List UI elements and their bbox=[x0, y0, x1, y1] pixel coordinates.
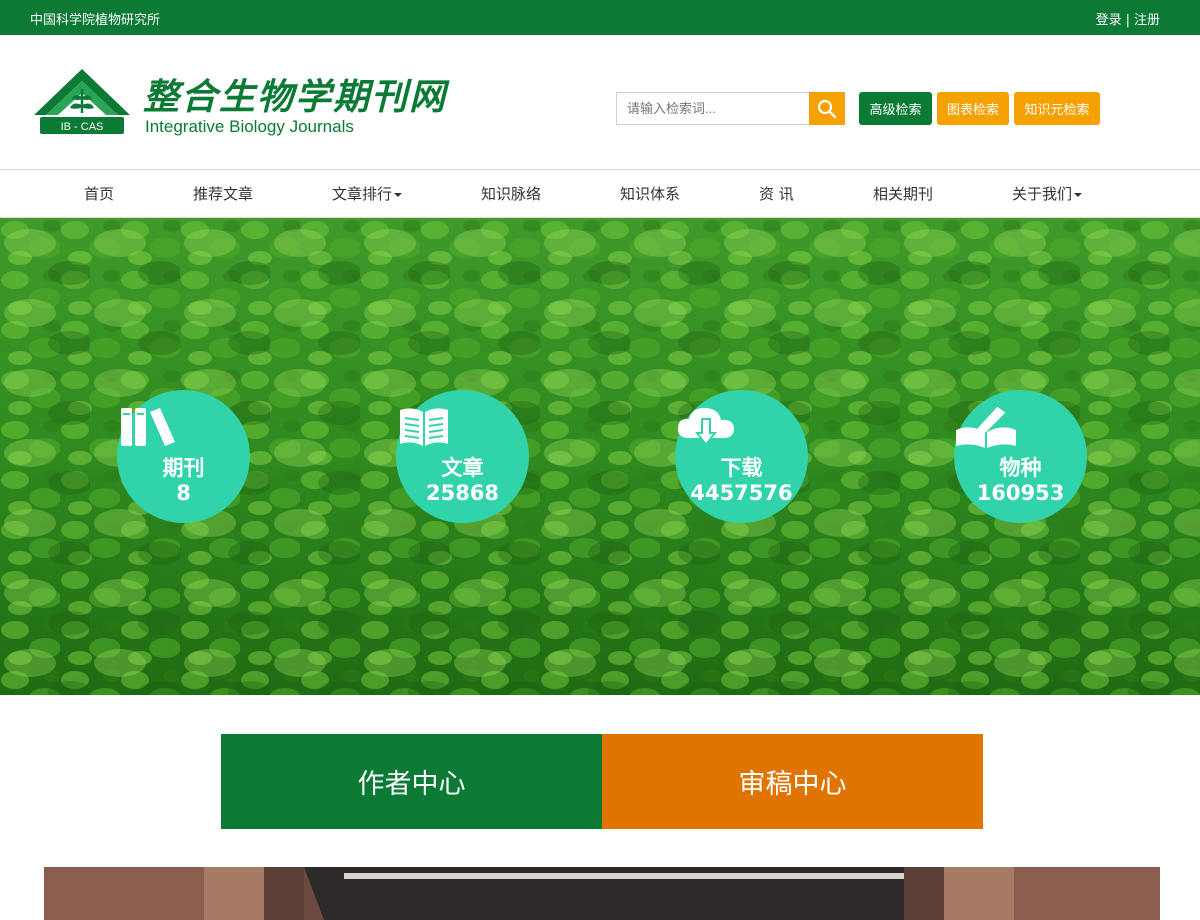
nav-label: 知识脉络 bbox=[481, 185, 542, 203]
nav-item-news[interactable]: 资 讯 bbox=[759, 170, 794, 218]
book-pen-icon bbox=[956, 405, 1016, 448]
stat-label: 文章 bbox=[441, 456, 484, 480]
books-icon bbox=[121, 408, 175, 446]
search-icon bbox=[817, 99, 837, 118]
organization-name: 中国科学院植物研究所 bbox=[30, 13, 161, 28]
building-photo bbox=[44, 867, 1160, 920]
search-input[interactable] bbox=[616, 92, 809, 125]
site-title-cn[interactable]: 整合生物学期刊网 bbox=[143, 68, 447, 120]
nav-label: 文章排行 bbox=[332, 185, 393, 203]
register-link[interactable]: 注册 bbox=[1134, 13, 1160, 28]
chevron-down-icon bbox=[1074, 192, 1083, 197]
review-center-button[interactable]: 审稿中心 bbox=[602, 734, 983, 829]
nav-item-recommended[interactable]: 推荐文章 bbox=[193, 170, 253, 218]
search-button[interactable] bbox=[809, 92, 845, 125]
knowledge-search-button[interactable]: 知识元检索 bbox=[1014, 92, 1100, 125]
chart-search-button[interactable]: 图表检索 bbox=[937, 92, 1009, 125]
stat-label: 物种 bbox=[999, 456, 1042, 480]
nav-item-home[interactable]: 首页 bbox=[84, 170, 114, 218]
stat-species[interactable]: 物种 160953 bbox=[954, 390, 1087, 523]
nav-item-about[interactable]: 关于我们 bbox=[1012, 170, 1083, 218]
cloud-download-icon bbox=[677, 407, 734, 446]
stat-label: 下载 bbox=[720, 456, 763, 480]
building-photo-image bbox=[44, 867, 1160, 920]
chevron-down-icon bbox=[394, 192, 403, 197]
stat-articles[interactable]: 文章 25868 bbox=[396, 390, 529, 523]
nav-item-ranking[interactable]: 文章排行 bbox=[332, 170, 403, 218]
main-nav: 首页 推荐文章 文章排行 知识脉络 知识体系 资 讯 相关期刊 关于我们 bbox=[0, 169, 1200, 218]
nav-label: 推荐文章 bbox=[193, 185, 254, 203]
login-link[interactable]: 登录 bbox=[1096, 13, 1122, 28]
stat-value: 8 bbox=[176, 481, 191, 505]
stat-downloads[interactable]: 下载 4457576 bbox=[675, 390, 808, 523]
logo-text: IB - CAS bbox=[61, 121, 104, 133]
author-center-button[interactable]: 作者中心 bbox=[221, 734, 602, 829]
stat-label: 期刊 bbox=[162, 456, 205, 480]
auth-separator: | bbox=[1125, 13, 1130, 28]
nav-label: 关于我们 bbox=[1012, 185, 1073, 203]
nav-label: 知识体系 bbox=[620, 185, 681, 203]
stat-journals[interactable]: 期刊 8 bbox=[117, 390, 250, 523]
nav-label: 相关期刊 bbox=[873, 185, 934, 203]
open-book-icon bbox=[400, 408, 448, 446]
nav-label: 首页 bbox=[84, 185, 115, 203]
stat-value: 160953 bbox=[976, 481, 1065, 505]
nav-item-knowledge-system[interactable]: 知识体系 bbox=[620, 170, 680, 218]
hero-banner: 期刊 8 文章 25868 下载 4457576 物种 160953 bbox=[0, 218, 1200, 695]
site-header: IB - CAS 整合生物学期刊网 Integrative Biology Jo… bbox=[0, 35, 1200, 169]
auth-links: 登录 | 注册 bbox=[1096, 9, 1160, 28]
stat-value: 4457576 bbox=[690, 481, 793, 505]
advanced-search-button[interactable]: 高级检索 bbox=[859, 92, 932, 125]
nav-item-related-journals[interactable]: 相关期刊 bbox=[873, 170, 933, 218]
site-title-en[interactable]: Integrative Biology Journals bbox=[145, 117, 354, 137]
nav-item-knowledge-context[interactable]: 知识脉络 bbox=[481, 170, 541, 218]
nav-label: 资 讯 bbox=[759, 185, 794, 203]
top-bar: 中国科学院植物研究所 登录 | 注册 bbox=[0, 0, 1200, 35]
stat-value: 25868 bbox=[425, 481, 500, 505]
ibcas-logo-icon[interactable]: IB - CAS bbox=[32, 67, 132, 137]
